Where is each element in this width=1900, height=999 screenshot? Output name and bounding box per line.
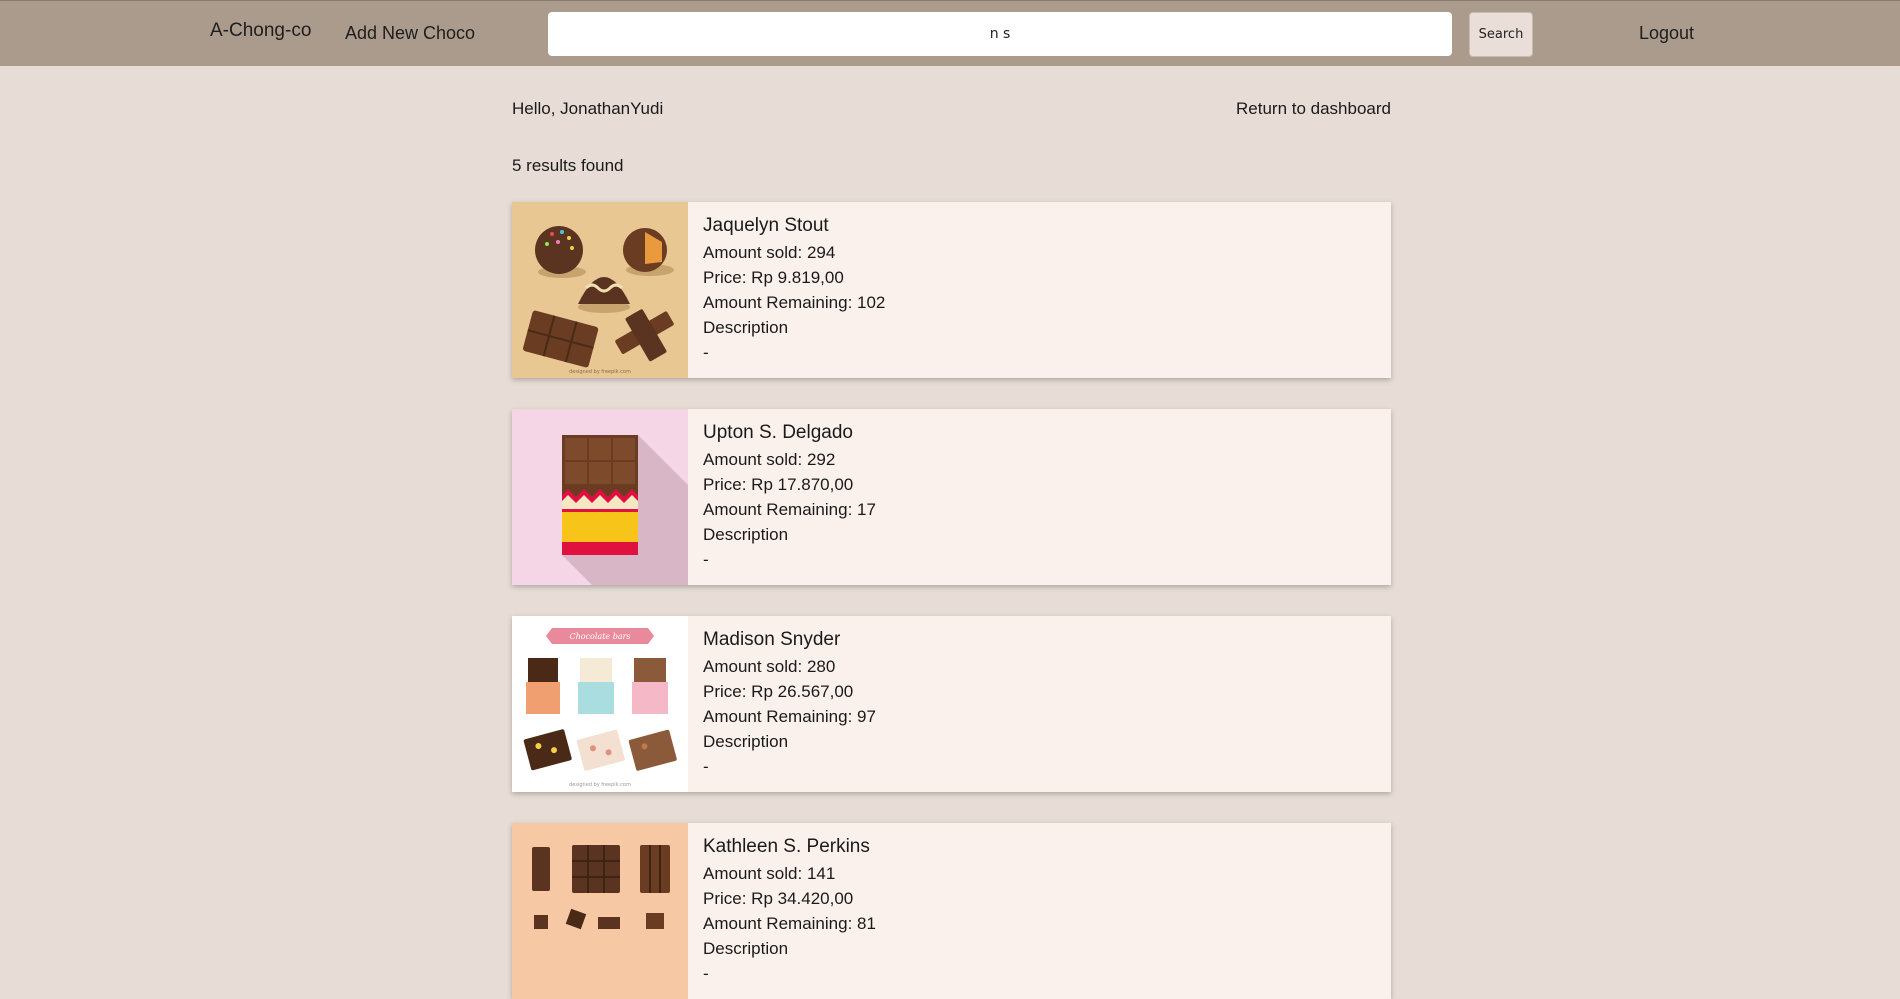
chocolate-bar-wrapper-image — [512, 409, 688, 585]
product-image — [512, 409, 688, 585]
greeting-text: Hello, JonathanYudi — [512, 99, 664, 118]
product-image — [512, 823, 688, 999]
product-remaining: Amount Remaining: 97 — [703, 707, 876, 726]
product-remaining: Amount Remaining: 102 — [703, 293, 886, 312]
product-name: Kathleen S. Perkins — [703, 836, 870, 857]
product-description-label: Description — [703, 318, 789, 337]
product-card[interactable]: Kathleen S. Perkins Amount sold: 141 Pri… — [512, 823, 1391, 999]
product-price: Price: Rp 26.567,00 — [703, 682, 854, 701]
product-amount-sold: Amount sold: 141 — [703, 864, 836, 883]
product-info: Kathleen S. Perkins Amount sold: 141 Pri… — [703, 835, 876, 986]
chocolate-assortment-image: designed by freepik.com — [512, 202, 688, 378]
product-description: - — [703, 550, 709, 569]
product-description: - — [703, 343, 709, 362]
product-card[interactable]: Upton S. Delgado Amount sold: 292 Price:… — [512, 409, 1391, 585]
chocolate-bars-set-image: Chocolate bars designed by freepik.com — [512, 616, 688, 792]
product-price: Price: Rp 34.420,00 — [703, 889, 854, 908]
product-remaining: Amount Remaining: 17 — [703, 500, 876, 519]
product-info: Jaquelyn Stout Amount sold: 294 Price: R… — [703, 214, 885, 365]
product-amount-sold: Amount sold: 280 — [703, 657, 836, 676]
product-description-label: Description — [703, 732, 789, 751]
product-image: designed by freepik.com — [512, 202, 688, 378]
product-amount-sold: Amount sold: 292 — [703, 450, 836, 469]
logout-link[interactable]: Logout — [1639, 23, 1694, 44]
search-button[interactable]: Search — [1469, 12, 1533, 57]
search-input[interactable] — [548, 12, 1452, 56]
return-dashboard-link[interactable]: Return to dashboard — [1236, 99, 1391, 119]
results-count: 5 results found — [512, 156, 624, 175]
product-card[interactable]: Chocolate bars designed by freepik.com M… — [512, 616, 1391, 792]
brand-link[interactable]: A-Chong-co — [210, 20, 311, 42]
product-description: - — [703, 757, 709, 776]
product-image: Chocolate bars designed by freepik.com — [512, 616, 688, 792]
product-card[interactable]: designed by freepik.com Jaquelyn Stout A… — [512, 202, 1391, 378]
svg-text:designed by freepik.com: designed by freepik.com — [569, 782, 631, 788]
product-info: Madison Snyder Amount sold: 280 Price: R… — [703, 628, 876, 779]
product-price: Price: Rp 9.819,00 — [703, 268, 844, 287]
navbar: A-Chong-co Add New Choco Search Logout — [0, 0, 1900, 66]
product-name: Madison Snyder — [703, 629, 841, 650]
product-description: - — [703, 964, 709, 983]
product-remaining: Amount Remaining: 81 — [703, 914, 876, 933]
product-price: Price: Rp 17.870,00 — [703, 475, 854, 494]
svg-text:Chocolate bars: Chocolate bars — [569, 632, 630, 641]
add-new-choco-link[interactable]: Add New Choco — [345, 23, 475, 44]
product-amount-sold: Amount sold: 294 — [703, 243, 836, 262]
chocolate-pieces-image — [512, 823, 688, 999]
svg-text:designed by freepik.com: designed by freepik.com — [569, 369, 631, 375]
product-info: Upton S. Delgado Amount sold: 292 Price:… — [703, 421, 876, 572]
product-name: Upton S. Delgado — [703, 422, 853, 443]
product-description-label: Description — [703, 525, 789, 544]
product-description-label: Description — [703, 939, 789, 958]
product-name: Jaquelyn Stout — [703, 215, 829, 236]
